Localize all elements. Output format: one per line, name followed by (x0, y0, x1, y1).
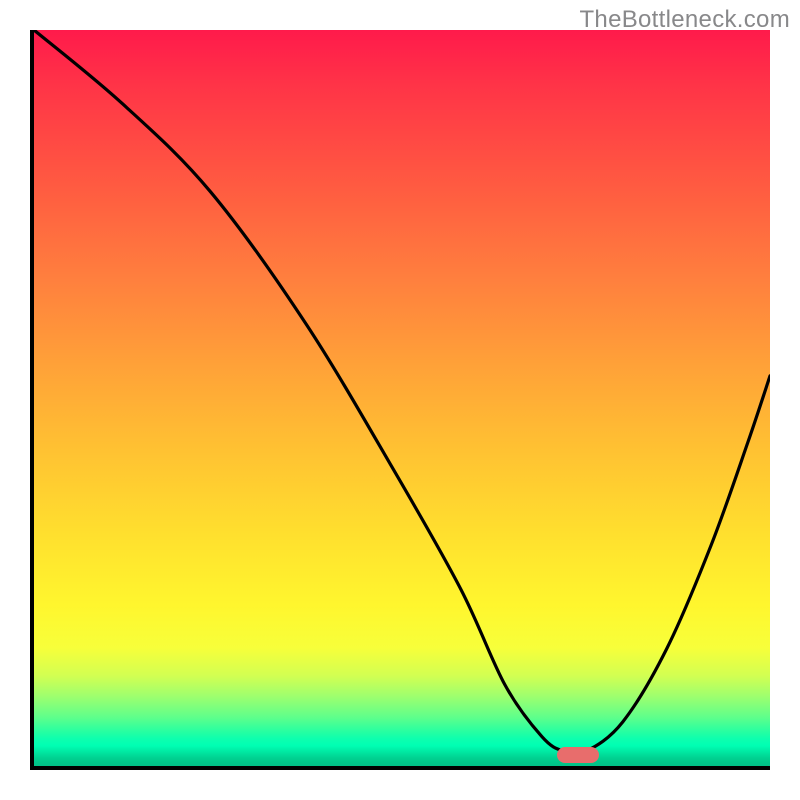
curve-svg (34, 30, 770, 766)
chart-container: TheBottleneck.com (0, 0, 800, 800)
bottleneck-curve (34, 30, 770, 754)
plot-area (30, 30, 770, 770)
optimum-marker (557, 747, 599, 763)
watermark-text: TheBottleneck.com (579, 6, 790, 34)
